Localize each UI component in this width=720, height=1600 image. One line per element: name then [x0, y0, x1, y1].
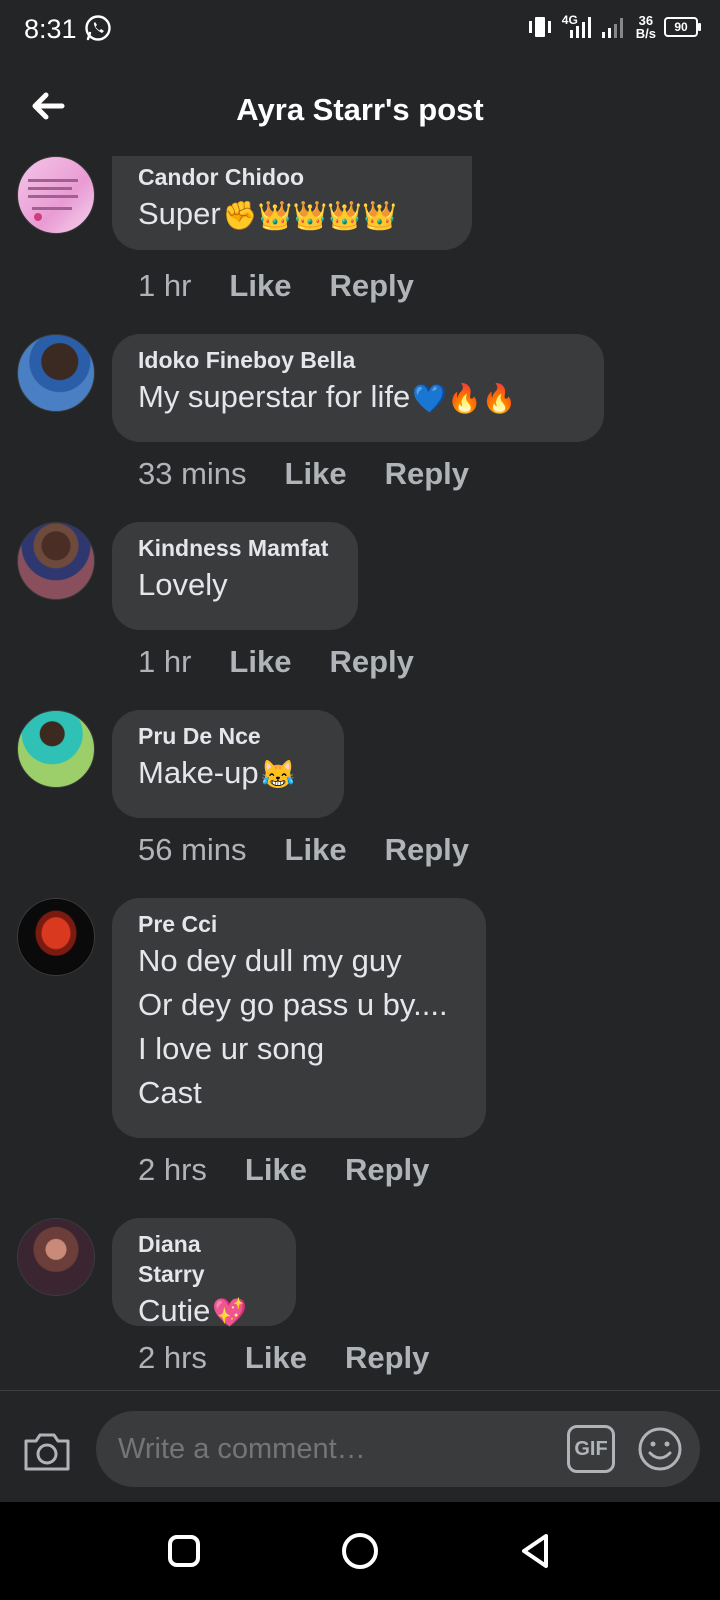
vibrate-icon	[528, 17, 551, 37]
like-button[interactable]: Like	[245, 1152, 307, 1188]
page-title: Ayra Starr's post	[236, 92, 484, 127]
back-triangle-icon[interactable]	[516, 1531, 556, 1571]
comment-time[interactable]: 56 mins	[138, 832, 247, 868]
recents-icon[interactable]	[164, 1531, 204, 1571]
signal-icon-2	[601, 18, 623, 38]
reply-button[interactable]: Reply	[329, 268, 413, 304]
avatar[interactable]	[17, 156, 95, 234]
comment-text: Super✊👑👑👑👑	[138, 196, 398, 231]
comment-author[interactable]: Diana Starry	[138, 1229, 270, 1289]
signal-icon	[569, 17, 591, 38]
comment-bubble[interactable]: Diana Starry Cutie💖	[112, 1218, 296, 1328]
like-button[interactable]: Like	[229, 268, 291, 304]
comment-bubble[interactable]: Pru De Nce Make-up😹	[112, 710, 344, 818]
comment-author[interactable]: Candor Chidoo	[138, 162, 446, 192]
comment-time[interactable]: 33 mins	[138, 456, 247, 492]
comment-time[interactable]: 1 hr	[138, 268, 191, 304]
avatar[interactable]	[17, 898, 95, 976]
comment-time[interactable]: 2 hrs	[138, 1340, 207, 1376]
net-speed: 36 B/s	[635, 13, 656, 41]
comment-actions: 33 mins Like Reply	[138, 456, 469, 492]
like-button[interactable]: Like	[285, 456, 347, 492]
reply-button[interactable]: Reply	[345, 1152, 429, 1188]
comment-actions: 1 hr Like Reply	[138, 268, 414, 304]
battery-icon: 90	[664, 17, 701, 37]
comment-text: Make-up😹	[138, 755, 296, 790]
avatar[interactable]	[17, 1218, 95, 1296]
system-nav-bar	[0, 1502, 720, 1600]
avatar[interactable]	[17, 522, 95, 600]
emoji-reactions: 💙🔥🔥	[412, 382, 517, 414]
home-icon[interactable]	[340, 1531, 380, 1571]
camera-icon[interactable]	[22, 1429, 72, 1473]
comment-bubble[interactable]: Kindness Mamfat Lovely	[112, 522, 358, 630]
comment-time[interactable]: 1 hr	[138, 644, 191, 680]
comment-text: Lovely	[138, 567, 228, 602]
emoji-reactions: 😹	[260, 758, 296, 790]
status-bar: 8:31 4G 36 B/s 90	[0, 0, 720, 64]
comment-text: My superstar for life💙🔥🔥	[138, 379, 517, 414]
status-time: 8:31	[24, 14, 77, 44]
gif-button[interactable]: GIF	[567, 1425, 615, 1473]
comment-actions: 1 hr Like Reply	[138, 644, 414, 680]
network-indicator: 4G	[562, 14, 592, 40]
whatsapp-icon	[85, 15, 111, 41]
comment-author[interactable]: Kindness Mamfat	[138, 533, 332, 563]
avatar[interactable]	[17, 710, 95, 788]
app-header: Ayra Starr's post	[0, 64, 720, 156]
like-button[interactable]: Like	[245, 1340, 307, 1376]
emoji-icon[interactable]	[636, 1425, 684, 1473]
reply-button[interactable]: Reply	[345, 1340, 429, 1376]
emoji-reactions: 💖	[212, 1296, 248, 1328]
reply-button[interactable]: Reply	[385, 456, 469, 492]
reply-button[interactable]: Reply	[329, 644, 413, 680]
like-button[interactable]: Like	[285, 832, 347, 868]
comment-actions: 56 mins Like Reply	[138, 832, 469, 868]
comment-author[interactable]: Pru De Nce	[138, 721, 318, 751]
comment-author[interactable]: Idoko Fineboy Bella	[138, 345, 578, 375]
avatar[interactable]	[17, 334, 95, 412]
comment-time[interactable]: 2 hrs	[138, 1152, 207, 1188]
comment-bubble[interactable]: Candor Chidoo Super✊👑👑👑👑	[112, 156, 472, 250]
comment-bubble[interactable]: Pre Cci No dey dull my guy Or dey go pas…	[112, 898, 486, 1138]
comment-actions: 2 hrs Like Reply	[138, 1340, 429, 1376]
comment-composer: GIF	[0, 1390, 720, 1503]
comment-text: No dey dull my guy Or dey go pass u by..…	[138, 943, 448, 1110]
comment-text: Cutie💖	[138, 1293, 248, 1328]
reply-button[interactable]: Reply	[385, 832, 469, 868]
emoji-reactions: ✊👑👑👑👑	[222, 199, 398, 231]
comment-bubble[interactable]: Idoko Fineboy Bella My superstar for lif…	[112, 334, 604, 442]
comment-list[interactable]: Candor Chidoo Super✊👑👑👑👑 1 hr Like Reply…	[0, 156, 720, 1390]
comment-author[interactable]: Pre Cci	[138, 909, 460, 939]
like-button[interactable]: Like	[229, 644, 291, 680]
comment-actions: 2 hrs Like Reply	[138, 1152, 429, 1188]
